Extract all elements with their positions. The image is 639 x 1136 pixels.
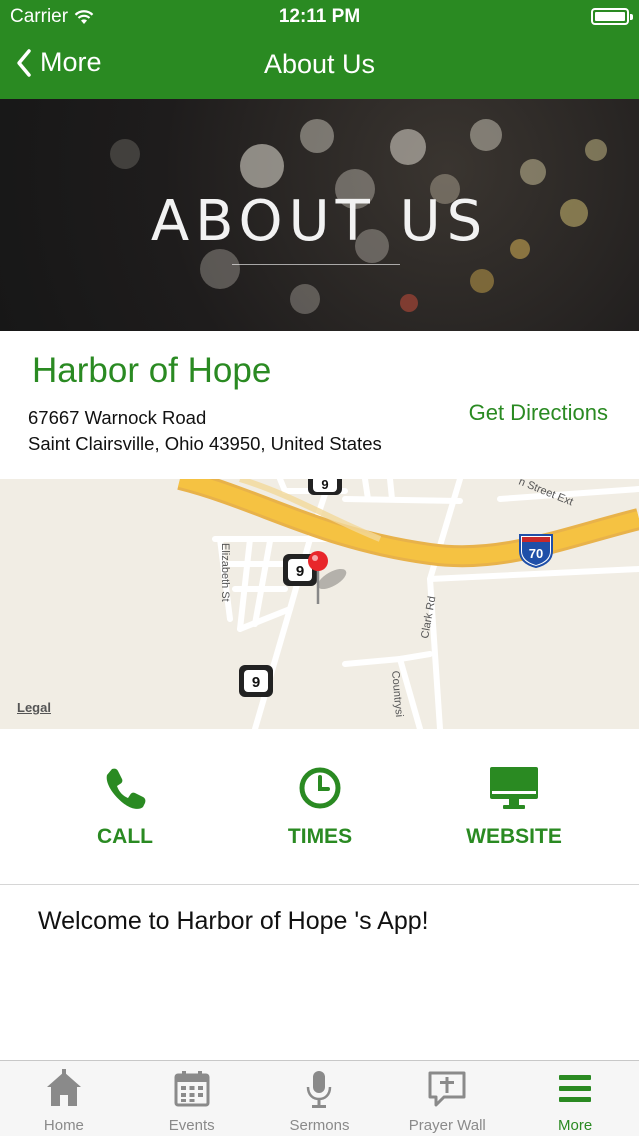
map-roads: Elizabeth St Clark Rd Countrysi n Street…	[177, 479, 639, 729]
status-time: 12:11 PM	[278, 6, 361, 27]
about-banner: ABOUT US	[0, 99, 639, 331]
action-buttons: CALL TIMES WEBSITE	[0, 729, 639, 885]
navigation-bar: More About Us	[0, 34, 639, 99]
interstate-shield: 70	[519, 534, 553, 569]
tab-bar: Home Events Sermons Prayer Wall More	[0, 1060, 639, 1136]
address-line-1: 67667 Warnock Road	[28, 407, 207, 428]
prayer-wall-icon	[428, 1071, 466, 1107]
location-map[interactable]: Elizabeth St Clark Rd Countrysi n Street…	[0, 479, 639, 729]
phone-icon	[106, 768, 146, 809]
call-button[interactable]: CALL	[45, 765, 205, 849]
call-label: CALL	[97, 825, 153, 848]
svg-text:9: 9	[321, 479, 328, 492]
tab-label-more: More	[557, 1117, 593, 1134]
tab-label-events: Events	[168, 1117, 215, 1134]
monitor-icon	[490, 767, 538, 809]
get-directions-link[interactable]: Get Directions	[469, 400, 608, 426]
map-legal-link[interactable]: Legal	[17, 700, 51, 715]
tab-label-sermons: Sermons	[289, 1117, 350, 1134]
tab-more[interactable]: More	[511, 1061, 639, 1136]
tab-home[interactable]: Home	[0, 1061, 128, 1136]
route-shield-bottom: 9	[239, 665, 273, 697]
tab-sermons[interactable]: Sermons	[256, 1061, 384, 1136]
road-label-street-ext: n Street Ext	[517, 479, 575, 508]
address-line-2: Saint Clairsville, Ohio 43950, United St…	[28, 433, 382, 454]
times-label: TIMES	[287, 825, 353, 848]
battery-icon	[591, 8, 633, 25]
menu-icon	[559, 1075, 592, 1102]
website-label: WEBSITE	[466, 825, 562, 848]
route-shield-top: 9	[308, 479, 342, 495]
banner-heading: ABOUT US	[150, 189, 489, 254]
church-name: Harbor of Hope	[32, 351, 272, 390]
tab-label-prayer-wall: Prayer Wall	[408, 1117, 486, 1134]
microphone-icon	[307, 1071, 332, 1108]
clock-icon	[299, 767, 341, 809]
status-bar: Carrier 12:11 PM	[0, 0, 639, 34]
banner-divider	[232, 264, 400, 265]
road-label-elizabeth: Elizabeth St	[219, 543, 231, 602]
calendar-icon	[174, 1071, 210, 1107]
page-title: About Us	[263, 49, 376, 79]
church-info: Harbor of Hope 67667 Warnock Road Saint …	[0, 331, 639, 479]
tab-events[interactable]: Events	[128, 1061, 256, 1136]
svg-text:70: 70	[529, 546, 543, 561]
svg-text:9: 9	[252, 674, 260, 691]
tab-prayer-wall[interactable]: Prayer Wall	[383, 1061, 511, 1136]
svg-text:9: 9	[296, 563, 304, 580]
tab-label-home: Home	[43, 1117, 84, 1134]
website-button[interactable]: WEBSITE	[434, 765, 594, 849]
welcome-message: Welcome to Harbor of Hope 's App!	[38, 907, 429, 935]
times-button[interactable]: TIMES	[240, 765, 400, 849]
top-bar: Carrier 12:11 PM More About Us	[0, 0, 639, 99]
home-icon	[46, 1069, 81, 1106]
